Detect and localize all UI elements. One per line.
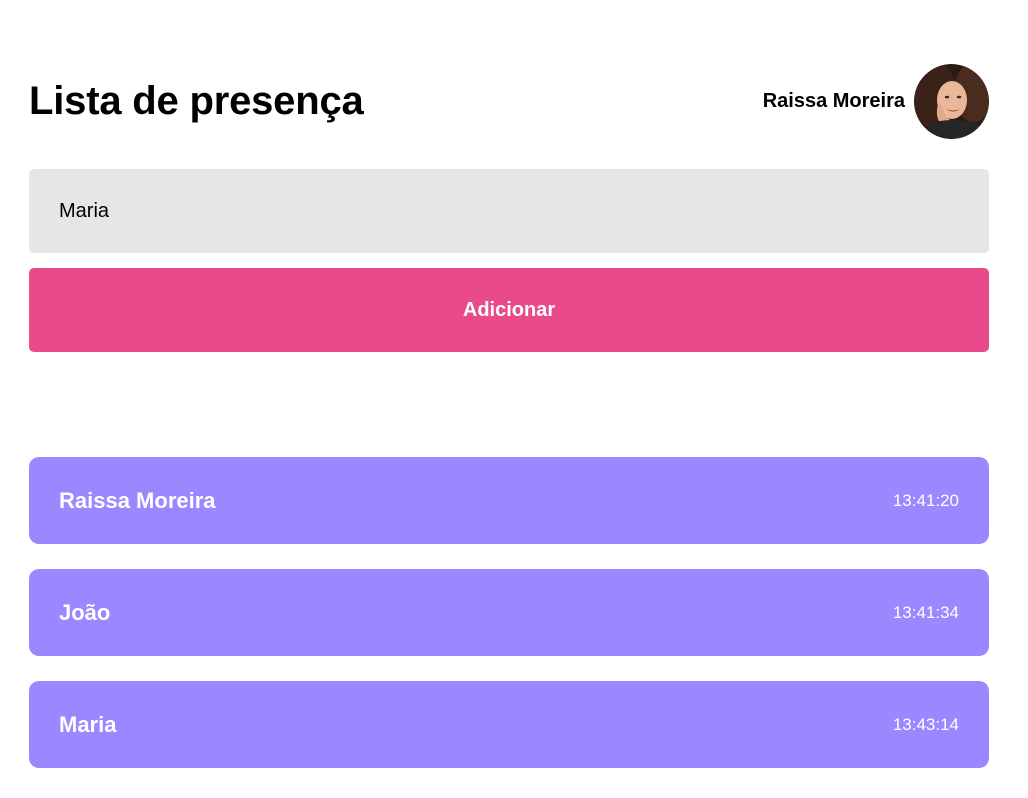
attendance-card: Maria 13:43:14 (29, 681, 989, 768)
add-button[interactable]: Adicionar (29, 268, 989, 352)
header: Lista de presença Raissa Moreira (29, 64, 989, 139)
attendance-card: Raissa Moreira 13:41:20 (29, 457, 989, 544)
student-name: João (59, 599, 111, 625)
name-input[interactable] (29, 169, 989, 253)
student-name: Maria (59, 711, 117, 737)
arrival-time: 13:41:20 (892, 490, 959, 510)
attendance-page: Lista de presença Raissa Moreira Maria A… (0, 0, 1028, 798)
user-name: Raissa Moreira (762, 90, 905, 112)
attendance-list: Raissa Moreira 13:41:20 João 13:41:34 Ma… (29, 457, 989, 793)
arrival-time: 13:43:14 (892, 714, 959, 734)
arrival-time: 13:41:34 (892, 602, 959, 622)
page-title: Lista de presença (29, 79, 364, 123)
student-name: Raissa Moreira (59, 487, 216, 513)
avatar (914, 64, 989, 139)
attendance-card: João 13:41:34 (29, 569, 989, 656)
user-profile: Raissa Moreira (763, 64, 989, 139)
